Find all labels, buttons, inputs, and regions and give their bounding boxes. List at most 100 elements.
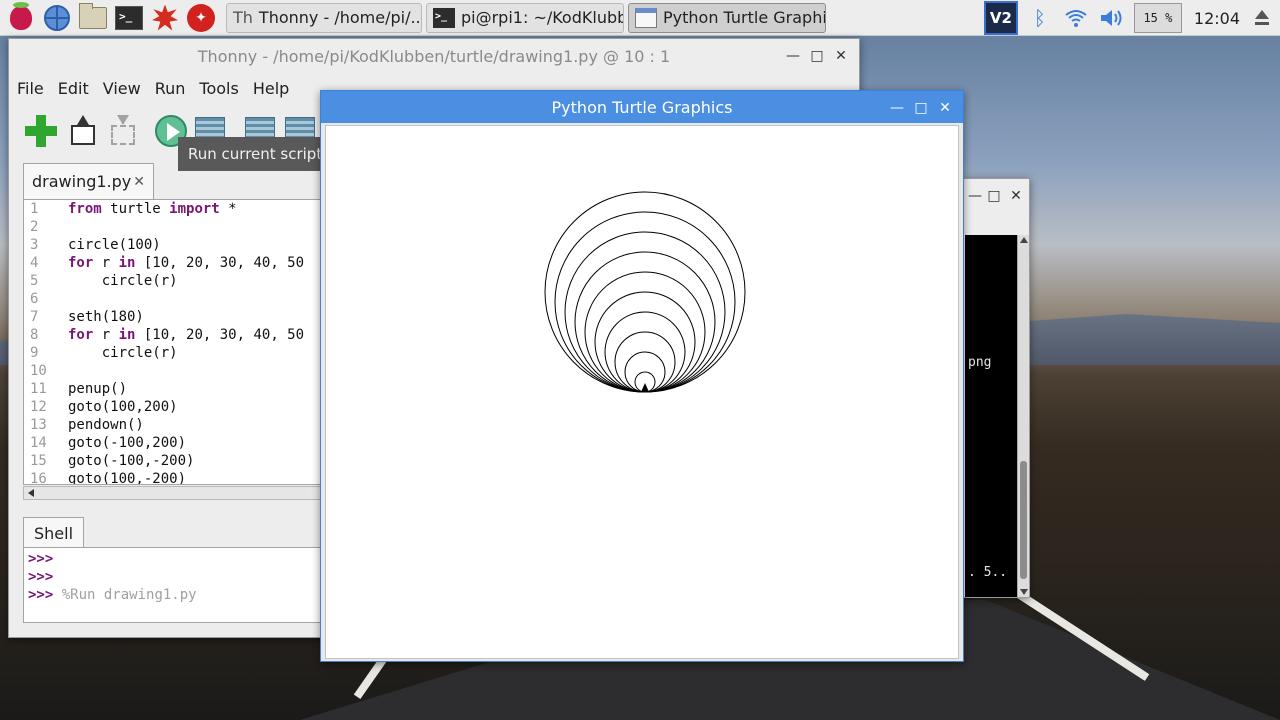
close-button[interactable]: ✕ <box>829 44 853 68</box>
open-file-icon[interactable] <box>67 115 99 147</box>
line-number: 3 <box>30 237 39 253</box>
code-line: 14 goto(-100,200) <box>24 434 326 452</box>
maximize-button[interactable]: □ <box>909 96 933 120</box>
line-number: 10 <box>30 363 47 379</box>
line-number: 4 <box>30 255 39 271</box>
close-button[interactable]: ✕ <box>933 96 957 120</box>
menu-help[interactable]: Help <box>253 79 289 98</box>
clock[interactable]: 12:04 <box>1194 9 1240 28</box>
turtle-canvas[interactable] <box>325 125 959 659</box>
code-line: 4 for r in [10, 20, 30, 40, 50 <box>24 254 326 272</box>
cpu-usage-monitor[interactable]: 15 % <box>1133 3 1182 33</box>
line-number: 14 <box>30 435 47 451</box>
shell-console[interactable]: >>> >>> >>> %Run drawing1.py <box>23 547 327 623</box>
turtle-circle <box>594 291 696 393</box>
tab-label: drawing1.py <box>32 172 132 191</box>
maximize-button[interactable]: □ <box>805 44 829 68</box>
thonny-titlebar[interactable]: Thonny - /home/pi/KodKlubben/turtle/draw… <box>9 39 859 73</box>
code-line: 8 for r in [10, 20, 30, 40, 50 <box>24 326 326 344</box>
code-line: 16 goto(100,-200) <box>24 470 326 485</box>
vnc-icon[interactable]: V2 <box>983 1 1018 35</box>
line-number: 12 <box>30 399 47 415</box>
line-number: 16 <box>30 471 47 485</box>
terminal-output[interactable]: png . 5.. <box>965 235 1017 597</box>
volume-icon[interactable] <box>1098 4 1126 32</box>
vertical-scrollbar[interactable] <box>1017 235 1029 597</box>
eject-icon[interactable] <box>1252 8 1272 28</box>
file-manager-icon[interactable] <box>78 2 108 33</box>
window-icon <box>635 7 657 28</box>
scroll-thumb[interactable] <box>1020 461 1027 579</box>
scroll-down-icon[interactable] <box>1020 589 1028 595</box>
shell-prompt: >>> <box>28 587 54 603</box>
minimize-button[interactable]: — <box>781 44 805 68</box>
line-number: 15 <box>30 453 47 469</box>
bluetooth-icon[interactable]: ᛒ <box>1026 4 1054 32</box>
taskbar-task-label: pi@rpi1: ~/KodKlubb... <box>461 8 623 27</box>
maximize-button[interactable]: □ <box>983 184 1005 208</box>
code-text: circle(r) <box>68 345 178 361</box>
menu-file[interactable]: File <box>17 79 44 98</box>
code-text: goto(100,200) <box>68 399 178 415</box>
turtle-titlebar[interactable]: Python Turtle Graphics — □ ✕ <box>321 91 963 123</box>
code-text: goto(-100,200) <box>68 435 187 451</box>
code-line: 10 <box>24 362 326 380</box>
window-title: Python Turtle Graphics <box>551 97 733 117</box>
menu-edit[interactable]: Edit <box>58 79 89 98</box>
close-button[interactable]: ✕ <box>1005 184 1027 208</box>
code-text: for r in [10, 20, 30, 40, 50 <box>68 255 305 271</box>
code-text: pendown() <box>68 417 144 433</box>
web-browser-icon[interactable] <box>42 3 72 33</box>
code-text: circle(100) <box>68 237 161 253</box>
tab-shell[interactable]: Shell <box>23 517 85 549</box>
line-number: 6 <box>30 291 39 307</box>
code-text: seth(180) <box>68 309 144 325</box>
thonny-icon: Th <box>233 7 253 27</box>
line-number: 11 <box>30 381 47 397</box>
tab-drawing1[interactable]: drawing1.py ✕ <box>23 163 154 199</box>
line-number: 13 <box>30 417 47 433</box>
taskbar-task-turtle[interactable]: Python Turtle Graphics <box>628 2 826 33</box>
shell-line: >>> %Run drawing1.py <box>28 586 322 604</box>
scroll-left-icon[interactable] <box>28 489 34 497</box>
wifi-icon[interactable] <box>1062 4 1090 32</box>
minimize-button[interactable]: — <box>967 184 983 208</box>
turtle-circle <box>574 251 716 393</box>
scroll-up-icon[interactable] <box>1020 237 1028 243</box>
menu-view[interactable]: View <box>103 79 141 98</box>
terminal-titlebar[interactable]: — □ ✕ <box>963 179 1029 209</box>
menu-tools[interactable]: Tools <box>199 79 238 98</box>
code-line: 2 <box>24 218 326 236</box>
terminal-launcher-icon[interactable]: >_ <box>114 3 144 33</box>
code-line: 6 <box>24 290 326 308</box>
save-file-icon[interactable] <box>107 115 139 147</box>
taskbar-task-terminal[interactable]: >_ pi@rpi1: ~/KodKlubb... <box>426 2 624 33</box>
new-file-icon[interactable] <box>25 115 57 147</box>
code-text: penup() <box>68 381 128 397</box>
code-line: 15 goto(-100,-200) <box>24 452 326 470</box>
raspberry-menu-icon[interactable] <box>6 1 36 33</box>
terminal-icon: >_ <box>433 7 455 28</box>
horizontal-scrollbar[interactable] <box>23 486 327 500</box>
tab-close-icon[interactable]: ✕ <box>133 174 145 190</box>
line-number: 9 <box>30 345 39 361</box>
taskbar-task-label: Python Turtle Graphics <box>663 8 826 27</box>
code-text: from turtle import * <box>68 201 237 217</box>
taskbar-task-thonny[interactable]: Th Thonny - /home/pi/... <box>226 2 422 33</box>
shell-command: %Run drawing1.py <box>61 587 197 603</box>
turtle-cursor-icon <box>641 383 649 392</box>
line-number: 5 <box>30 273 39 289</box>
code-line: 13 pendown() <box>24 416 326 434</box>
line-number: 1 <box>30 201 39 217</box>
menu-run[interactable]: Run <box>155 79 186 98</box>
code-line: 5 circle(r) <box>24 272 326 290</box>
shell-line: >>> <box>28 550 322 568</box>
code-text: for r in [10, 20, 30, 40, 50 <box>68 327 305 343</box>
code-editor[interactable]: 1 from turtle import * 2 3 circle(100) 4 for r… <box>23 199 327 485</box>
turtle-graphics-window: Python Turtle Graphics — □ ✕ <box>320 90 964 662</box>
system-tray: V2 ᛒ 15 % 12:04 <box>983 0 1280 36</box>
wolfram-icon[interactable]: ✦ <box>186 3 216 33</box>
code-lines: 1 from turtle import * 2 3 circle(100) 4 for r… <box>24 200 326 485</box>
burst-app-icon[interactable] <box>150 3 180 33</box>
minimize-button[interactable]: — <box>885 96 909 120</box>
